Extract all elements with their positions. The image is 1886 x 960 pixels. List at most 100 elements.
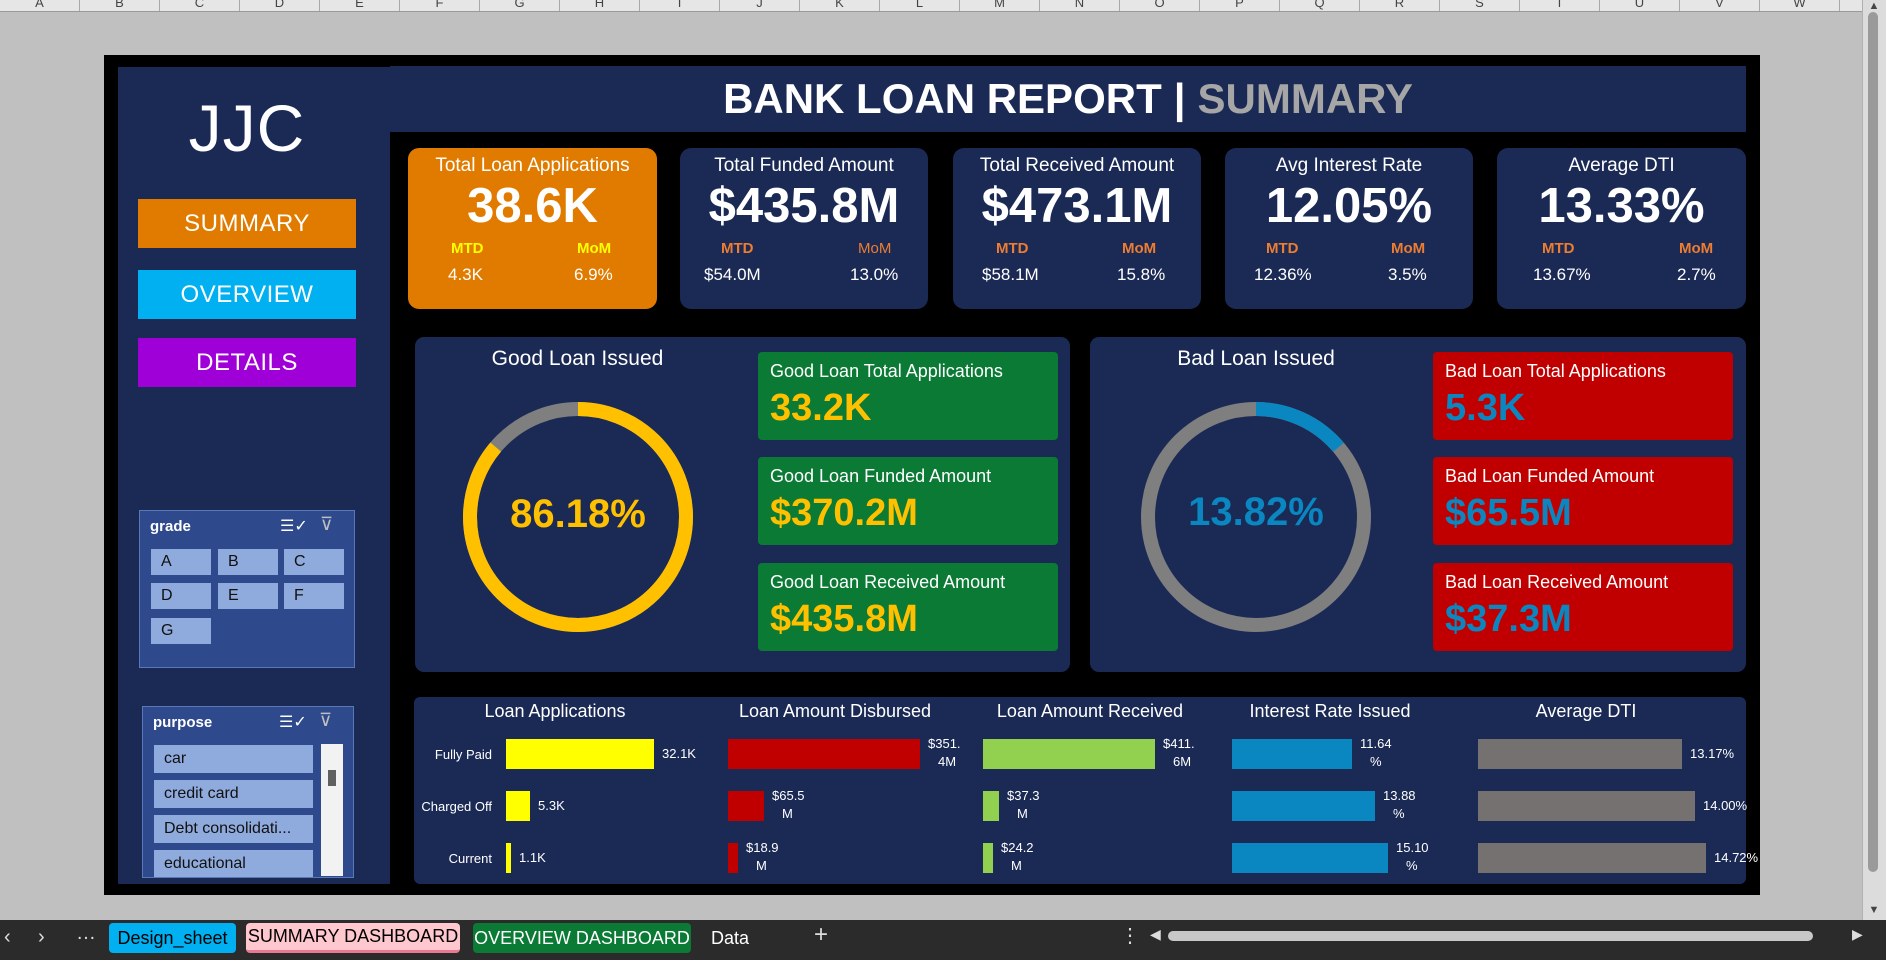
purpose-chip-car[interactable]: car [153, 744, 314, 774]
bar-1-2 [728, 843, 738, 873]
column-header-v[interactable]: V [1680, 0, 1760, 11]
kpi-mom-value: 2.7% [1677, 265, 1716, 284]
clear-filter-icon[interactable]: ⊽ [320, 514, 333, 535]
multi-select-icon[interactable]: ☰✓ [279, 712, 307, 732]
tab-options-icon[interactable]: ⋮ [1120, 923, 1140, 948]
column-header-h[interactable]: H [560, 0, 640, 11]
column-header-t[interactable]: T [1520, 0, 1600, 11]
slicer-scrollbar[interactable] [321, 744, 343, 876]
column-header-s[interactable]: S [1440, 0, 1520, 11]
kpi-value: 38.6K [467, 179, 598, 233]
chart-title-applications: Loan Applications [484, 701, 626, 721]
column-header-k[interactable]: K [800, 0, 880, 11]
kpi-mtd-label: MTD [451, 240, 484, 257]
kpi-total-received-amount: Total Received Amount $473.1M MTD MoM $5… [953, 148, 1201, 309]
column-header-j[interactable]: J [720, 0, 800, 11]
tab-summary-dashboard[interactable]: SUMMARY DASHBOARD [246, 923, 460, 953]
bar-label-2-1: $37.3 M [1007, 787, 1040, 823]
purpose-chip-educational[interactable]: educational [153, 849, 314, 877]
purpose-slicer-title: purpose [153, 714, 213, 731]
more-sheets-icon[interactable]: … [76, 922, 96, 945]
grade-chip-e[interactable]: E [217, 582, 279, 610]
purpose-chip-credit-card[interactable]: credit card [153, 779, 314, 809]
add-sheet-icon[interactable]: + [814, 921, 828, 949]
bar-label-line: 14.72% [1714, 850, 1759, 865]
vertical-scroll-thumb[interactable] [1868, 12, 1878, 872]
column-header-n[interactable]: N [1040, 0, 1120, 11]
column-header-m[interactable]: M [960, 0, 1040, 11]
grade-chip-c[interactable]: C [283, 548, 345, 576]
grade-chip-b[interactable]: B [217, 548, 279, 576]
column-header-e[interactable]: E [320, 0, 400, 11]
column-header-q[interactable]: Q [1280, 0, 1360, 11]
chart-title-dti: Average DTI [1535, 701, 1637, 721]
summary-button[interactable]: SUMMARY [138, 199, 356, 248]
column-header-a[interactable]: A [0, 0, 80, 11]
kpi-mtd-value: $58.1M [982, 265, 1039, 284]
next-sheet-icon[interactable]: › [38, 926, 45, 949]
bar-label-2-0: $411. 6M [1163, 735, 1195, 771]
bar-label-line: $24.2 [1001, 840, 1034, 855]
scroll-left-icon[interactable]: ◀ [1150, 926, 1161, 943]
bar-label-4-1: 14.00% [1703, 797, 1747, 815]
tab-overview-dashboard[interactable]: OVERVIEW DASHBOARD [473, 923, 691, 953]
purpose-chip-debt[interactable]: Debt consolidati... [153, 814, 314, 844]
bar-label-4-0: 13.17% [1690, 745, 1734, 763]
bar-0-0 [506, 739, 654, 769]
tab-design-sheet[interactable]: Design_sheet [109, 923, 236, 953]
grade-chip-d[interactable]: D [150, 582, 212, 610]
overview-button[interactable]: OVERVIEW [138, 270, 356, 319]
kpi-avg-interest-rate: Avg Interest Rate 12.05% MTD MoM 12.36% … [1225, 148, 1473, 309]
kpi-mom-label: MoM [858, 240, 892, 257]
category-label: Current [448, 851, 492, 866]
kpi-mom-value: 15.8% [1117, 265, 1166, 284]
card-value: $435.8M [770, 598, 918, 640]
multi-select-icon[interactable]: ☰✓ [280, 516, 308, 536]
bar-label-1-2: $18.9 M [746, 839, 779, 875]
scroll-right-icon[interactable]: ▶ [1852, 926, 1863, 943]
scroll-down-icon[interactable]: ▼ [1866, 904, 1882, 918]
column-header-d[interactable]: D [240, 0, 320, 11]
bar-label-2-2: $24.2 M [1001, 839, 1034, 875]
slicer-scroll-thumb[interactable] [328, 770, 336, 786]
bad-loan-percent: 13.82% [1188, 490, 1324, 534]
kpi-value: $435.8M [708, 179, 900, 233]
column-header-c[interactable]: C [160, 0, 240, 11]
horizontal-scroll-thumb[interactable] [1168, 931, 1813, 941]
bar-2-2 [983, 843, 993, 873]
card-title: Good Loan Total Applications [770, 361, 1003, 381]
card-title: Bad Loan Total Applications [1445, 361, 1666, 381]
column-header-w[interactable]: W [1760, 0, 1840, 11]
chart-title-disbursed: Loan Amount Disbursed [738, 701, 932, 721]
column-header-i[interactable]: I [640, 0, 720, 11]
details-button[interactable]: DETAILS [138, 338, 356, 387]
card-value: $370.2M [770, 492, 918, 534]
scroll-up-icon[interactable]: ▲ [1866, 0, 1882, 14]
title-bar: BANK LOAN REPORT | SUMMARY [390, 66, 1746, 132]
column-header-r[interactable]: R [1360, 0, 1440, 11]
column-header-b[interactable]: B [80, 0, 160, 11]
prev-sheet-icon[interactable]: ‹ [4, 926, 11, 949]
bar-1-0 [728, 739, 920, 769]
clear-filter-icon[interactable]: ⊽ [319, 710, 332, 731]
bar-label-line: M [1017, 806, 1028, 821]
kpi-mtd-value: $54.0M [704, 265, 761, 284]
column-header-o[interactable]: O [1120, 0, 1200, 11]
grade-chip-f[interactable]: F [283, 582, 345, 610]
bar-label-0-0: 32.1K [662, 745, 696, 763]
card-title: Good Loan Funded Amount [770, 466, 992, 486]
grade-chip-g[interactable]: G [150, 617, 212, 645]
kpi-title: Total Received Amount [979, 155, 1175, 176]
card-value: 33.2K [770, 387, 872, 429]
column-header-f[interactable]: F [400, 0, 480, 11]
bar-label-line: $18.9 [746, 840, 779, 855]
column-header-u[interactable]: U [1600, 0, 1680, 11]
column-header-g[interactable]: G [480, 0, 560, 11]
grade-chip-a[interactable]: A [150, 548, 212, 576]
bar-label-line: M [782, 806, 793, 821]
column-header-p[interactable]: P [1200, 0, 1280, 11]
column-header-l[interactable]: L [880, 0, 960, 11]
bar-label-3-1: 13.88% [1383, 787, 1416, 823]
tab-data[interactable]: Data [700, 923, 760, 953]
bar-label-line: 13.17% [1690, 746, 1735, 761]
